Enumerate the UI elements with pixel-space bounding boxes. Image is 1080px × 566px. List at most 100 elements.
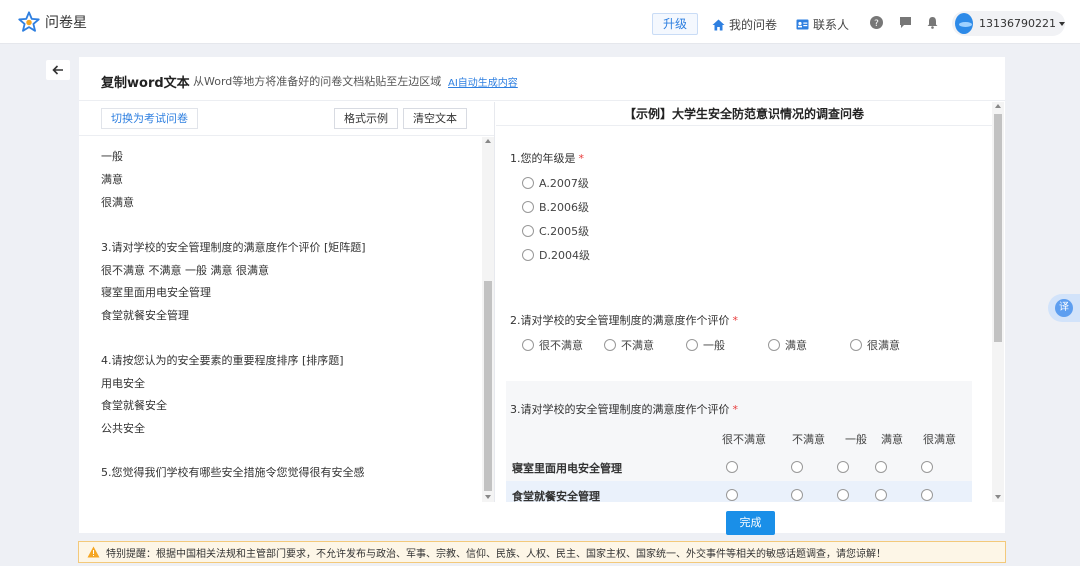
help-icon[interactable]: ? [870,16,883,29]
logo-text: 问卷星 [45,15,87,31]
scroll-up-icon[interactable] [995,104,1001,108]
nav-my-surveys[interactable]: 我的问卷 [712,16,777,33]
main-card: 复制word文本 从Word等地方将准备好的问卷文档粘贴至左边区域 AI自动生成… [79,57,1005,533]
card-subtitle: 从Word等地方将准备好的问卷文档粘贴至左边区域 [193,75,442,88]
editor-line: 一般 [101,150,123,163]
nav-my-surveys-label: 我的问卷 [729,18,778,32]
q1-option-label: C.2005级 [539,225,590,238]
matrix-radio[interactable] [791,461,803,473]
matrix-radio[interactable] [726,461,738,473]
logo[interactable]: 问卷星 [18,11,87,33]
q1-option-label: B.2006级 [539,201,590,214]
radio-icon [522,201,534,213]
radio-icon [768,339,780,351]
editor-line: 公共安全 [101,422,145,435]
preview-scrollbar[interactable] [992,102,1004,502]
question-3-title: 3.请对学校的安全管理制度的满意度作个评价 * [510,401,738,417]
matrix-row: 食堂就餐安全管理 [506,481,972,502]
editor-scroll-thumb[interactable] [484,281,492,491]
matrix-radio[interactable] [791,489,803,501]
editor-line: 食堂就餐安全管理 [101,309,189,322]
radio-icon [522,177,534,189]
radio-icon [522,339,534,351]
preview-scroll-thumb[interactable] [994,114,1002,342]
matrix-column-header: 很不满意 [722,433,766,446]
question-1-text: 1.您的年级是 [510,152,576,165]
star-logo-icon [18,11,40,32]
radio-icon [686,339,698,351]
matrix-row: 寝室里面用电安全管理 [506,453,972,481]
q2-option-5[interactable]: 很满意 [850,337,900,353]
card-header: 复制word文本 从Word等地方将准备好的问卷文档粘贴至左边区域 AI自动生成… [79,57,1005,101]
radio-icon [850,339,862,351]
q2-option-label: 一般 [703,339,725,352]
scroll-down-icon[interactable] [995,495,1001,499]
matrix-row-label: 食堂就餐安全管理 [512,490,600,502]
matrix-radio[interactable] [921,489,933,501]
matrix-question: 3.请对学校的安全管理制度的满意度作个评价 * 很不满意 不满意 一般 满意 很满… [506,381,972,502]
finish-button[interactable]: 完成 [726,511,775,535]
editor-line: 3.请对学校的安全管理制度的满意度作个评价 [矩阵题] [101,241,366,254]
ai-generate-link[interactable]: AI自动生成内容 [448,74,518,89]
editor-line: 很不满意 不满意 一般 满意 很满意 [101,264,269,277]
matrix-column-header: 一般 [845,433,867,446]
matrix-radio[interactable] [921,461,933,473]
upgrade-button[interactable]: 升级 [652,13,698,35]
q1-option-label: D.2004级 [539,249,590,262]
matrix-radio[interactable] [726,489,738,501]
editor-line: 5.您觉得我们学校有哪些安全措施令您觉得很有安全感 [101,466,365,479]
q1-option-a[interactable]: A.2007级 [522,175,589,191]
matrix-column-header: 不满意 [792,433,825,446]
radio-icon [522,249,534,261]
warning-icon [87,546,100,558]
matrix-radio[interactable] [837,489,849,501]
q1-option-c[interactable]: C.2005级 [522,223,589,239]
q2-option-1[interactable]: 很不满意 [522,337,583,353]
svg-text:?: ? [874,19,879,29]
editor-scrollbar[interactable] [482,137,494,502]
editor-toolbar: 切换为考试问卷 格式示例 清空文本 [79,102,494,136]
switch-exam-button[interactable]: 切换为考试问卷 [101,108,198,129]
scroll-down-icon[interactable] [485,495,491,499]
card-title: 复制word文本 [101,76,190,91]
bell-icon[interactable] [926,16,939,29]
q2-option-label: 很满意 [867,339,900,352]
matrix-radio[interactable] [837,461,849,473]
matrix-radio[interactable] [875,461,887,473]
required-mark: * [732,403,739,416]
avatar [955,13,974,34]
q1-option-label: A.2007级 [539,177,589,190]
translate-button[interactable]: 译 [1048,294,1080,322]
text-editor[interactable]: 切换为考试问卷 格式示例 清空文本 一般 满意 很满意 3.请对学校的安全管理制… [79,102,495,502]
home-icon [712,19,725,30]
user-menu[interactable]: 13136790221 [952,11,1065,36]
clear-text-button[interactable]: 清空文本 [403,108,467,129]
editor-line: 食堂就餐安全 [101,399,167,412]
back-button[interactable] [46,60,70,80]
matrix-radio[interactable] [875,489,887,501]
nav-contacts[interactable]: 联系人 [796,16,849,33]
q2-option-4[interactable]: 满意 [768,337,807,353]
contact-card-icon [796,19,809,30]
matrix-column-header: 满意 [881,433,903,446]
q2-option-2[interactable]: 不满意 [604,337,654,353]
nav-contacts-label: 联系人 [813,18,850,32]
preview-title: 【示例】大学生安全防范意识情况的调查问卷 [496,102,992,126]
editor-line: 满意 [101,173,123,186]
radio-icon [522,225,534,237]
scroll-up-icon[interactable] [485,139,491,143]
survey-preview: 【示例】大学生安全防范意识情况的调查问卷 1.您的年级是 * A.2007级 B.… [496,102,1005,502]
q1-option-b[interactable]: B.2006级 [522,199,589,215]
translate-icon: 译 [1055,299,1073,317]
message-icon[interactable] [899,16,912,29]
q2-option-label: 满意 [785,339,807,352]
editor-line: 寝室里面用电安全管理 [101,286,211,299]
format-example-button[interactable]: 格式示例 [334,108,398,129]
arrow-left-icon [52,65,63,75]
editor-line: 用电安全 [101,377,145,390]
required-mark: * [732,314,739,327]
q1-option-d[interactable]: D.2004级 [522,247,590,263]
radio-icon [604,339,616,351]
editor-line: 很满意 [101,196,134,209]
q2-option-3[interactable]: 一般 [686,337,725,353]
